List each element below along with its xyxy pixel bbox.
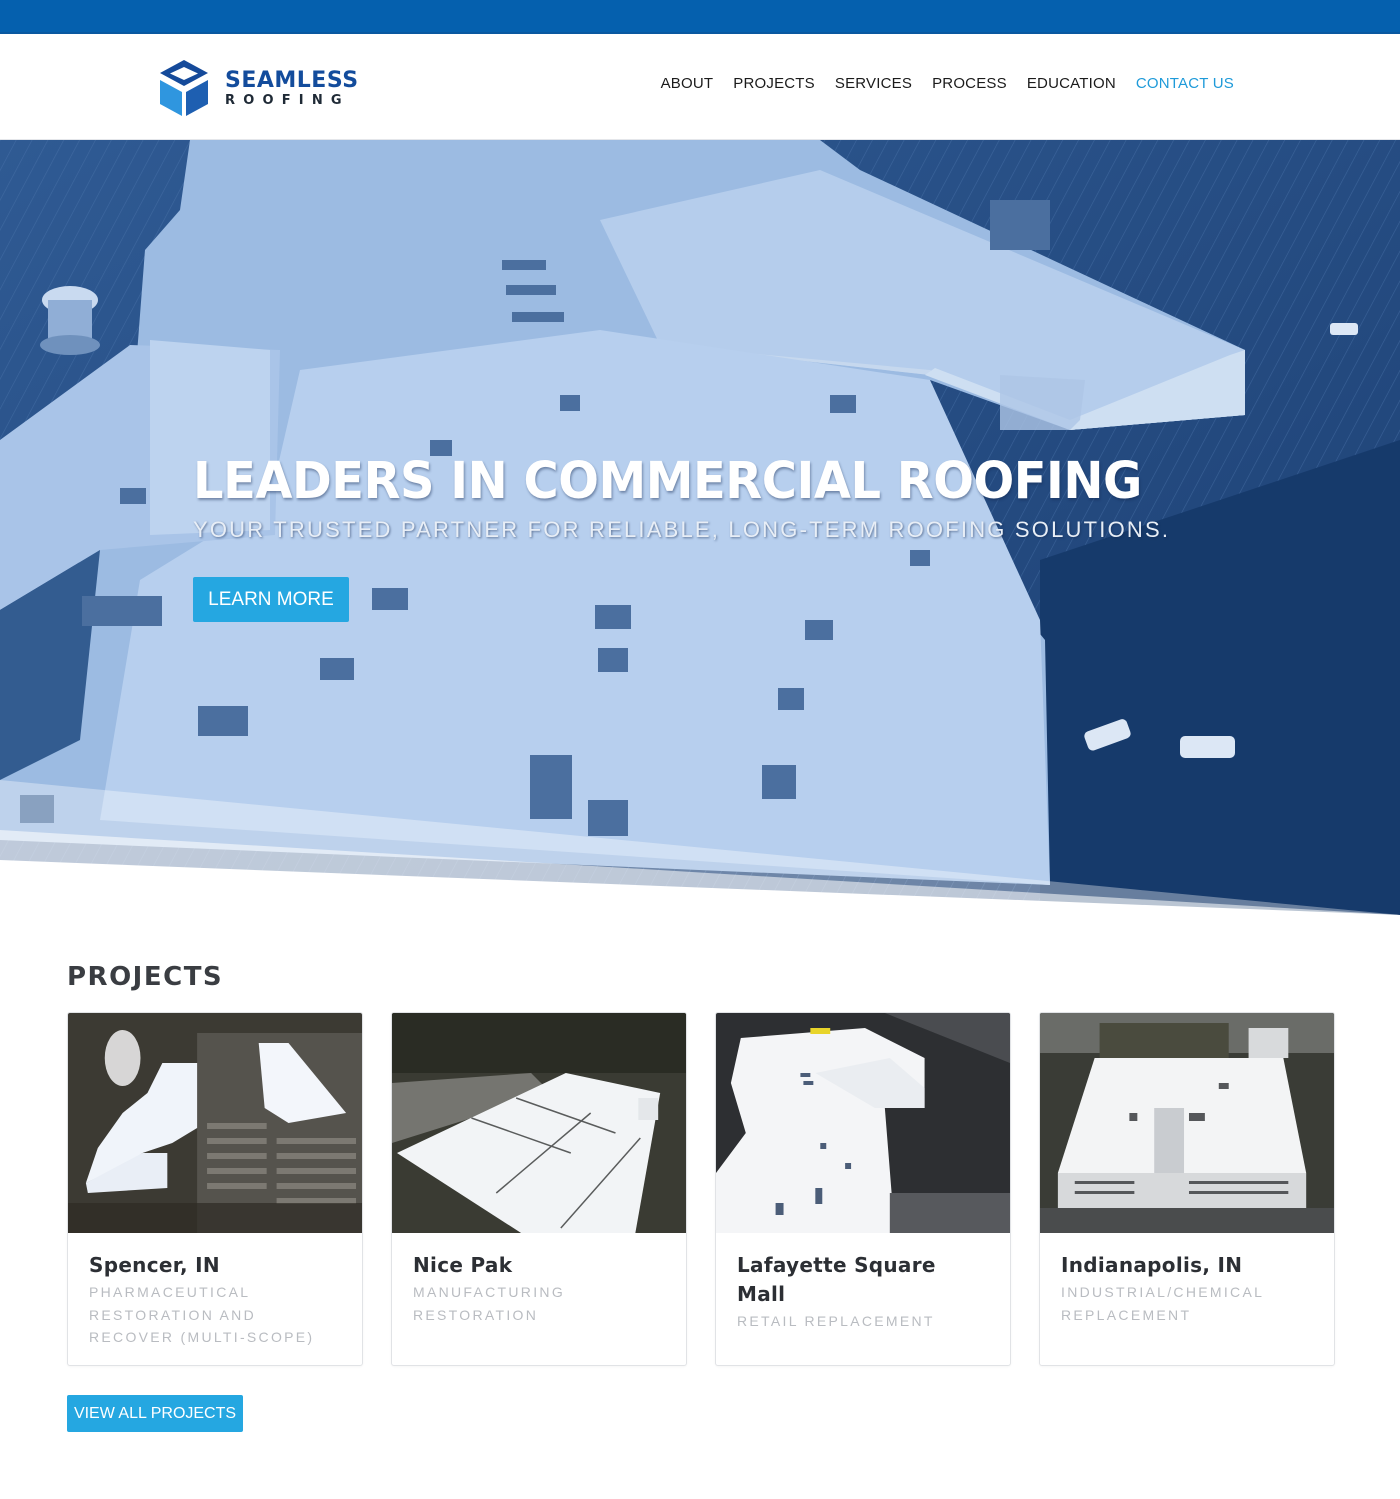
view-all-projects-button[interactable]: VIEW ALL PROJECTS	[67, 1395, 243, 1432]
project-title: Indianapolis, IN	[1061, 1253, 1243, 1277]
nav-process[interactable]: PROCESS	[932, 75, 1007, 92]
logo-link[interactable]: SEAMLESS ROOFING	[158, 58, 359, 118]
project-card-body: Indianapolis, IN INDUSTRIAL/CHEMICAL REP…	[1040, 1233, 1334, 1326]
project-image-lafayette	[716, 1013, 1010, 1233]
project-image-spencer	[68, 1013, 362, 1233]
nav-about[interactable]: ABOUT	[661, 75, 714, 92]
project-card-nice-pak[interactable]: Nice Pak MANUFACTURING RESTORATION	[391, 1012, 687, 1366]
project-card-body: Lafayette Square Mall RETAIL REPLACEMENT	[716, 1233, 1010, 1333]
nav-services[interactable]: SERVICES	[835, 75, 912, 92]
logo-name: SEAMLESS	[225, 67, 359, 93]
project-subtitle: RETAIL REPLACEMENT	[737, 1313, 935, 1329]
nav-contact-us[interactable]: CONTACT US	[1136, 75, 1234, 92]
hero-subtitle: YOUR TRUSTED PARTNER FOR RELIABLE, LONG-…	[193, 517, 1171, 542]
project-subtitle: INDUSTRIAL/CHEMICAL REPLACEMENT	[1061, 1284, 1264, 1323]
logo-tagline: ROOFING	[225, 92, 350, 108]
projects-section: PROJECTS Spencer, IN PHARMACEUTICAL REST…	[67, 962, 1335, 1366]
project-subtitle: PHARMACEUTICAL RESTORATION AND RECOVER (…	[89, 1284, 315, 1345]
hero-title: LEADERS IN COMMERCIAL ROOFING	[193, 452, 1142, 511]
nav-projects[interactable]: PROJECTS	[733, 75, 815, 92]
main-nav: ABOUT PROJECTS SERVICES PROCESS EDUCATIO…	[661, 75, 1234, 92]
projects-grid: Spencer, IN PHARMACEUTICAL RESTORATION A…	[67, 1012, 1335, 1366]
project-subtitle: MANUFACTURING RESTORATION	[413, 1284, 566, 1323]
site-header: SEAMLESS ROOFING ABOUT PROJECTS SERVICES…	[0, 34, 1400, 140]
project-title: Spencer, IN	[89, 1253, 220, 1277]
project-card-spencer[interactable]: Spencer, IN PHARMACEUTICAL RESTORATION A…	[67, 1012, 363, 1366]
project-card-indianapolis[interactable]: Indianapolis, IN INDUSTRIAL/CHEMICAL REP…	[1039, 1012, 1335, 1366]
cube-logo-icon	[160, 60, 208, 116]
project-title: Nice Pak	[413, 1253, 513, 1277]
nav-education[interactable]: EDUCATION	[1027, 75, 1116, 92]
project-image-nice-pak	[392, 1013, 686, 1233]
project-card-body: Nice Pak MANUFACTURING RESTORATION	[392, 1233, 686, 1326]
hero-section: LEADERS IN COMMERCIAL ROOFING YOUR TRUST…	[0, 140, 1400, 915]
project-card-body: Spencer, IN PHARMACEUTICAL RESTORATION A…	[68, 1233, 362, 1349]
project-title: Lafayette Square Mall	[737, 1253, 936, 1306]
learn-more-button[interactable]: LEARN MORE	[193, 577, 349, 622]
top-bar	[0, 0, 1400, 34]
logo-text: SEAMLESS ROOFING	[225, 67, 359, 108]
projects-heading: PROJECTS	[67, 962, 224, 992]
project-image-indianapolis	[1040, 1013, 1334, 1233]
project-card-lafayette[interactable]: Lafayette Square Mall RETAIL REPLACEMENT	[715, 1012, 1011, 1366]
hero-content: LEADERS IN COMMERCIAL ROOFING YOUR TRUST…	[193, 452, 1203, 543]
